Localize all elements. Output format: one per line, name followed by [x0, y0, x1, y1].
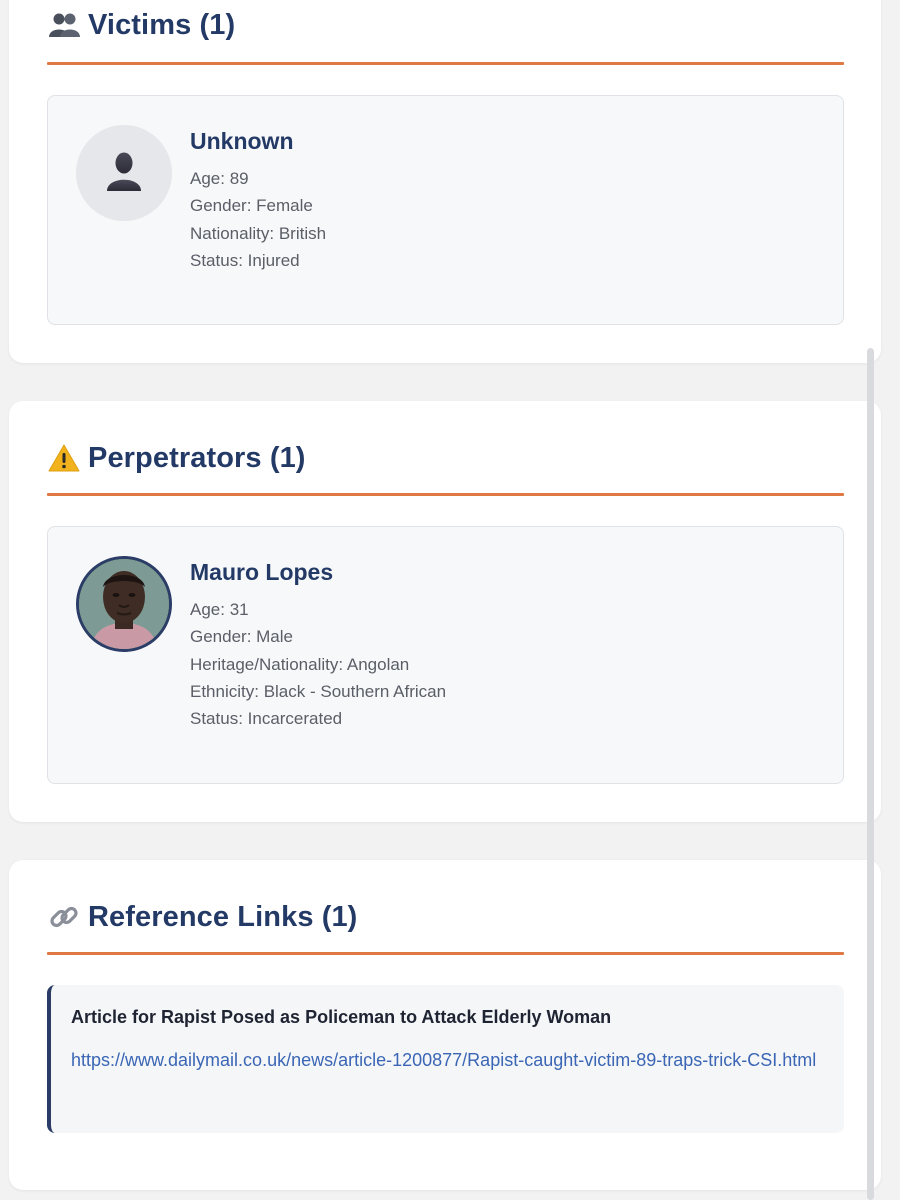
victims-card: Victims (1) Unknown Age: 89 Gender: Fema…: [9, 0, 881, 363]
perpetrator-ethnicity: Ethnicity: Black - Southern African: [190, 681, 447, 701]
victims-divider: [47, 62, 844, 65]
perpetrator-card: Mauro Lopes Age: 31 Gender: Male Heritag…: [47, 526, 844, 784]
person-silhouette-icon: [104, 150, 144, 197]
perpetrators-divider: [47, 493, 844, 496]
perpetrators-card: Perpetrators (1) Mauro Lopes Age: 31 Gen…: [9, 401, 881, 822]
perpetrator-status: Status: Incarcerated: [190, 709, 343, 729]
people-icon: [47, 8, 81, 42]
victim-name: Unknown: [190, 128, 294, 154]
references-divider: [47, 952, 844, 955]
references-header: Reference Links (1): [47, 900, 844, 934]
perpetrators-header: Perpetrators (1): [47, 441, 844, 475]
victim-nationality: Nationality: British: [190, 223, 327, 243]
victim-age: Age: 89: [190, 169, 249, 188]
reference-title: Article for Rapist Posed as Policeman to…: [71, 1007, 612, 1027]
perpetrator-age: Age: 31: [190, 600, 249, 619]
perpetrator-info: Mauro Lopes Age: 31 Gender: Male Heritag…: [190, 559, 446, 732]
link-icon: [47, 900, 81, 934]
perpetrator-photo[interactable]: [76, 556, 172, 652]
avatar: [76, 125, 172, 221]
warning-icon: [47, 441, 81, 475]
reference-item: Article for Rapist Posed as Policeman to…: [47, 985, 844, 1133]
reference-link[interactable]: https://www.dailymail.co.uk/news/article…: [71, 1045, 831, 1076]
page: Victims (1) Unknown Age: 89 Gender: Fema…: [0, 0, 900, 1200]
victim-status: Status: Injured: [190, 250, 300, 270]
perpetrator-gender: Gender: Male: [190, 627, 293, 647]
victims-title: Victims (1): [88, 8, 236, 41]
victim-card: Unknown Age: 89 Gender: Female Nationali…: [47, 95, 844, 325]
references-card: Reference Links (1) Article for Rapist P…: [9, 860, 881, 1190]
victims-header: Victims (1): [47, 8, 844, 42]
victim-info: Unknown Age: 89 Gender: Female Nationali…: [190, 128, 326, 274]
references-title: Reference Links (1): [88, 900, 358, 933]
perpetrator-nationality: Heritage/Nationality: Angolan: [190, 654, 410, 674]
scrollbar[interactable]: [867, 348, 874, 1200]
victim-gender: Gender: Female: [190, 196, 313, 216]
perpetrator-name: Mauro Lopes: [190, 559, 334, 585]
perpetrators-title: Perpetrators (1): [88, 441, 306, 474]
